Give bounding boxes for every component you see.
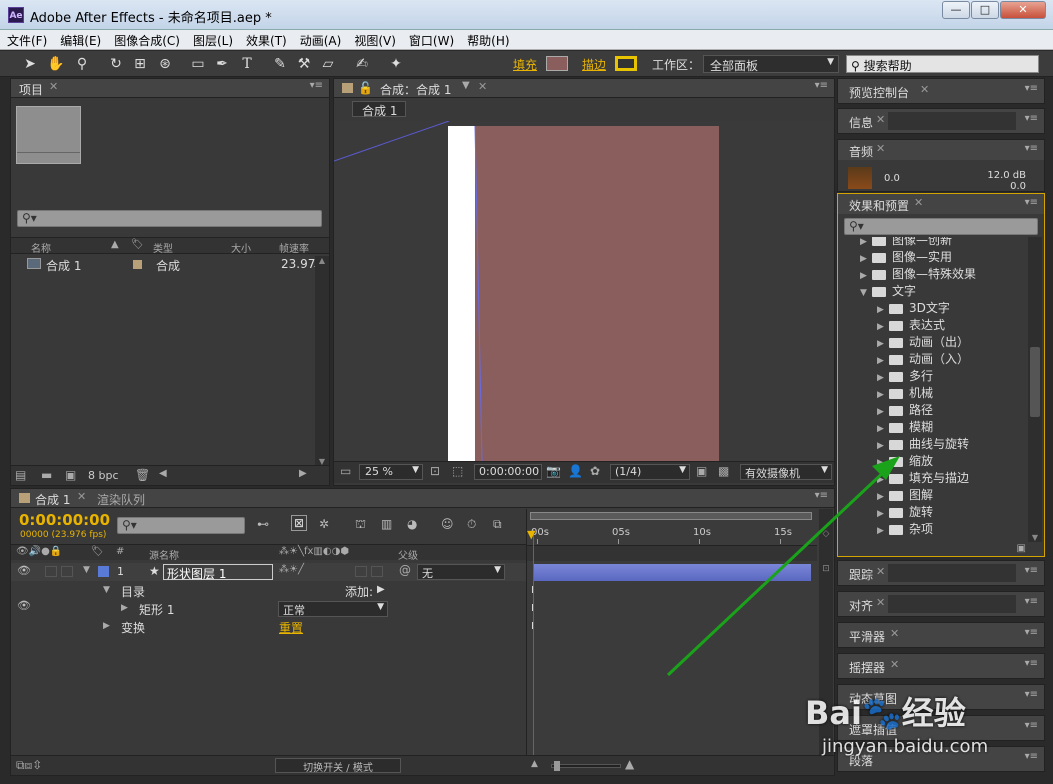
- watermark-url: jingyan.baidu.com: [822, 736, 989, 757]
- green-arrow-head: [872, 456, 900, 480]
- green-arrow-line: [666, 466, 890, 677]
- annotation-overlay: [666, 456, 900, 677]
- watermark-brand: Bai🐾经验: [805, 694, 966, 732]
